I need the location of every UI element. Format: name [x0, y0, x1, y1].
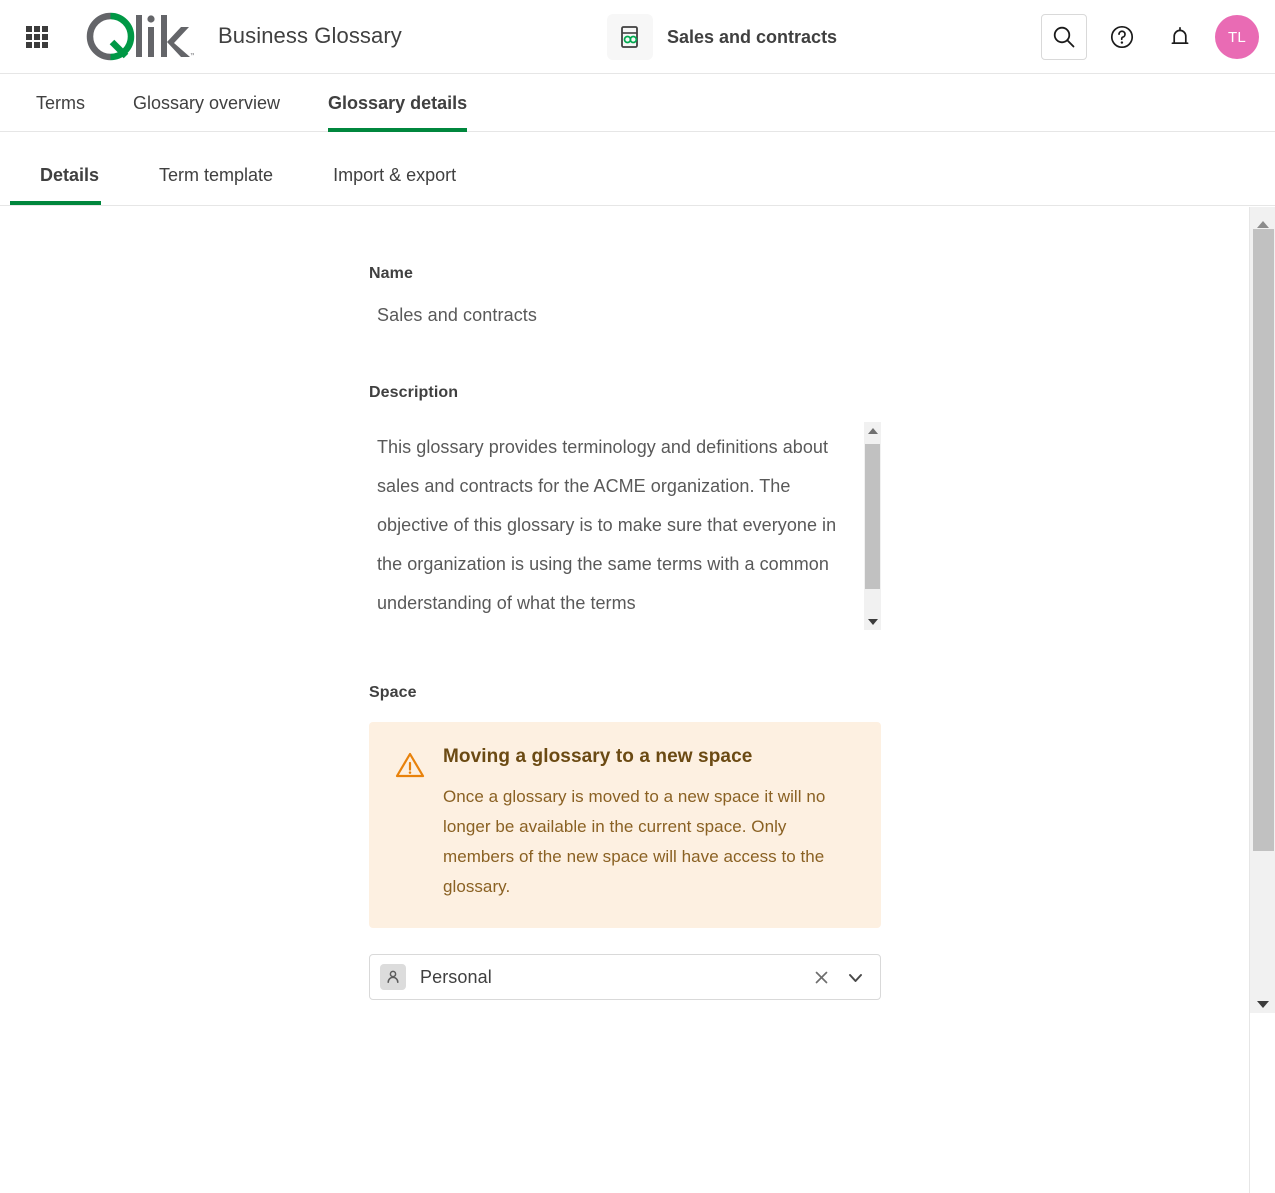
- description-scrollbar[interactable]: [864, 422, 881, 630]
- glossary-context-chip[interactable]: Sales and contracts: [607, 14, 837, 60]
- tab-import-export-label: Import & export: [333, 165, 456, 186]
- tab-glossary-overview[interactable]: Glossary overview: [109, 74, 304, 132]
- qlik-logo[interactable]: ™: [86, 12, 194, 62]
- description-scroll-up-icon[interactable]: [864, 422, 881, 439]
- help-icon[interactable]: [1099, 14, 1145, 60]
- warning-triangle-icon: [395, 750, 425, 785]
- page-scroll-down-icon[interactable]: [1250, 993, 1275, 1015]
- tab-glossary-details[interactable]: Glossary details: [304, 74, 491, 132]
- tab-details[interactable]: Details: [10, 146, 129, 205]
- page-scrollbar-track-bottom: [1250, 1013, 1275, 1193]
- glossary-book-icon: [607, 14, 653, 60]
- header-actions: TL: [1041, 12, 1259, 62]
- name-value[interactable]: Sales and contracts: [377, 305, 881, 326]
- tab-glossary-overview-label: Glossary overview: [133, 93, 280, 114]
- description-scroll-down-icon[interactable]: [864, 613, 881, 630]
- move-space-warning: Moving a glossary to a new space Once a …: [369, 722, 881, 928]
- grid-apps-icon[interactable]: [20, 20, 54, 54]
- space-label: Space: [369, 684, 881, 702]
- page-title: Business Glossary: [218, 23, 402, 49]
- glossary-details-form: Name Sales and contracts Description Thi…: [369, 265, 881, 1000]
- avatar[interactable]: TL: [1215, 15, 1259, 59]
- tab-details-label: Details: [40, 165, 99, 186]
- page-scrollbar-thumb[interactable]: [1253, 229, 1274, 851]
- glossary-context-label: Sales and contracts: [667, 27, 837, 48]
- bell-icon[interactable]: [1157, 14, 1203, 60]
- tab-glossary-details-label: Glossary details: [328, 93, 467, 114]
- primary-tab-bar: Terms Glossary overview Glossary details: [0, 74, 1275, 132]
- close-icon[interactable]: [808, 964, 834, 990]
- description-text: This glossary provides terminology and d…: [377, 428, 847, 623]
- tab-import-export[interactable]: Import & export: [303, 146, 486, 205]
- tab-term-template-label: Term template: [159, 165, 273, 186]
- secondary-tab-bar: Details Term template Import & export: [0, 132, 1275, 206]
- person-icon: [380, 964, 406, 990]
- glossary-details-content: Name Sales and contracts Description Thi…: [0, 207, 1249, 1193]
- app-header: ™ Business Glossary Sales and contracts: [0, 0, 1275, 74]
- description-textarea[interactable]: This glossary provides terminology and d…: [369, 422, 881, 630]
- description-scrollbar-thumb[interactable]: [865, 444, 880, 589]
- page-scrollbar[interactable]: [1249, 207, 1275, 1193]
- svg-text:™: ™: [190, 52, 194, 59]
- description-label: Description: [369, 384, 881, 402]
- space-select[interactable]: Personal: [369, 954, 881, 1000]
- space-select-value: Personal: [420, 967, 808, 988]
- warning-text: Once a glossary is moved to a new space …: [443, 782, 859, 902]
- warning-title: Moving a glossary to a new space: [443, 746, 859, 768]
- name-label: Name: [369, 265, 881, 283]
- chevron-down-icon[interactable]: [842, 964, 868, 990]
- search-icon[interactable]: [1041, 14, 1087, 60]
- tab-terms-label: Terms: [36, 93, 85, 114]
- tab-terms[interactable]: Terms: [12, 74, 109, 132]
- tab-term-template[interactable]: Term template: [129, 146, 303, 205]
